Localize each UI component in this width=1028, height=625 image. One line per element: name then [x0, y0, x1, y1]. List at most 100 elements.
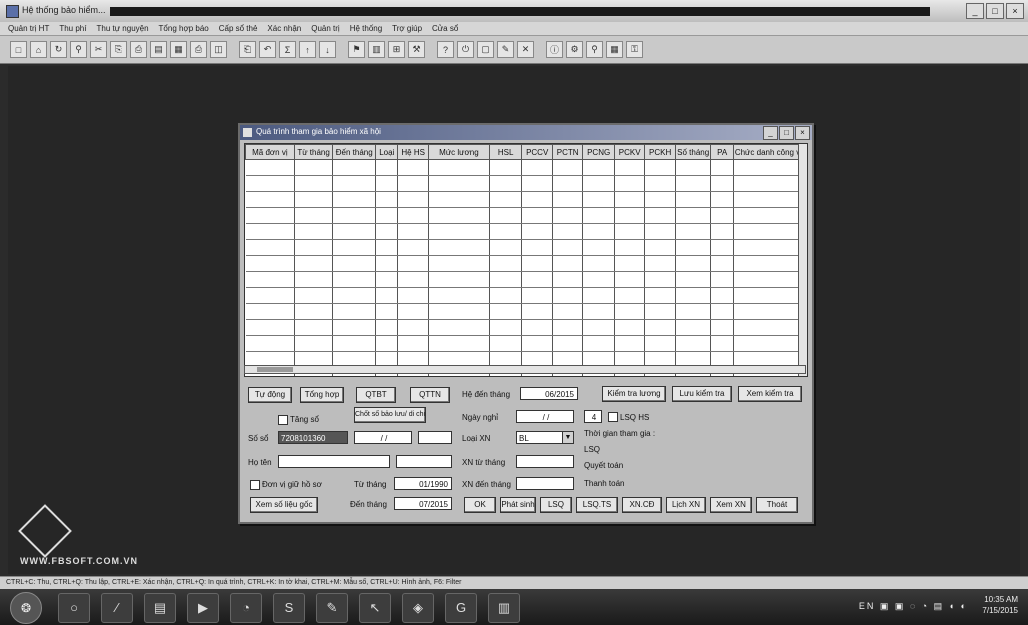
table-cell[interactable] [644, 175, 676, 192]
table-cell[interactable] [675, 239, 712, 256]
table-cell[interactable] [428, 159, 490, 176]
filter-icon[interactable]: ⚑ [348, 41, 365, 58]
taskbar-app-icon[interactable]: ↖ [359, 593, 391, 623]
taskbar-app-icon[interactable]: ▤ [144, 593, 176, 623]
undo-icon[interactable]: ↶ [259, 41, 276, 58]
menu-item[interactable]: Cửa sổ [432, 22, 458, 35]
table-cell[interactable] [428, 303, 490, 320]
taskbar-app-icon[interactable]: ▥ [488, 593, 520, 623]
table-row[interactable] [245, 303, 800, 320]
table-cell[interactable] [375, 335, 399, 352]
table-cell[interactable] [375, 303, 399, 320]
table-cell[interactable] [489, 335, 523, 352]
exit-icon[interactable]: ⏻ [457, 41, 474, 58]
table-cell[interactable] [733, 191, 800, 208]
table-cell[interactable] [397, 207, 429, 224]
confirm-to-input[interactable] [516, 477, 574, 490]
table-cell[interactable] [644, 239, 676, 256]
table-cell[interactable] [733, 175, 800, 192]
grid-horizontal-scrollbar[interactable] [244, 365, 806, 374]
summary-button[interactable]: Tổng hợp [300, 387, 344, 403]
table-cell[interactable] [245, 239, 295, 256]
table-cell[interactable] [710, 191, 734, 208]
doc-icon[interactable]: ▤ [150, 41, 167, 58]
table-cell[interactable] [294, 239, 334, 256]
table-cell[interactable] [332, 303, 377, 320]
table-cell[interactable] [428, 239, 490, 256]
table-cell[interactable] [710, 175, 734, 192]
table-cell[interactable] [614, 287, 646, 304]
table-cell[interactable] [375, 207, 399, 224]
auto-button[interactable]: Tự động [248, 387, 292, 403]
table-cell[interactable] [489, 223, 523, 240]
table-row[interactable] [245, 319, 800, 336]
table-cell[interactable] [675, 207, 712, 224]
table-cell[interactable] [428, 255, 490, 272]
menu-item[interactable]: Quản trị [311, 22, 339, 35]
column-header[interactable]: PCKV [613, 144, 646, 160]
table-cell[interactable] [294, 255, 334, 272]
taskbar-app-icon[interactable]: ⁄ [101, 593, 133, 623]
book-extra-input[interactable] [418, 431, 452, 444]
minimize-icon[interactable]: _ [966, 3, 984, 19]
table-cell[interactable] [521, 271, 553, 288]
table-row[interactable] [245, 175, 800, 192]
table-cell[interactable] [332, 223, 377, 240]
table-cell[interactable] [245, 223, 295, 240]
unit-holds-checkbox[interactable] [250, 480, 260, 490]
table-cell[interactable] [397, 159, 429, 176]
generate-button[interactable]: Phát sinh [500, 497, 536, 513]
table-cell[interactable] [614, 207, 646, 224]
save-check-button[interactable]: Lưu kiểm tra [672, 386, 732, 402]
table-cell[interactable] [644, 223, 676, 240]
table-cell[interactable] [428, 287, 490, 304]
table-cell[interactable] [733, 319, 800, 336]
table-row[interactable] [245, 223, 800, 240]
from-month-input[interactable]: 01/1990 [394, 477, 452, 490]
print-icon[interactable]: ⎙ [190, 41, 207, 58]
table-cell[interactable] [428, 271, 490, 288]
column-header[interactable]: PCCV [521, 144, 553, 160]
table-cell[interactable] [675, 191, 712, 208]
help-icon[interactable]: ? [437, 41, 454, 58]
confirm-type-select[interactable]: BL ▼ [516, 431, 574, 444]
table-cell[interactable] [332, 271, 377, 288]
chart-icon[interactable]: ▥ [368, 41, 385, 58]
taskbar-app-icon[interactable]: ○ [58, 593, 90, 623]
table-cell[interactable] [332, 335, 377, 352]
sum-icon[interactable]: Σ [279, 41, 296, 58]
table-cell[interactable] [375, 319, 399, 336]
column-header[interactable]: Mức lương [427, 144, 490, 160]
table-cell[interactable] [375, 271, 399, 288]
table-cell[interactable] [644, 335, 676, 352]
check-salary-button[interactable]: Kiểm tra lương [602, 386, 666, 402]
menu-item[interactable]: Thu phí [59, 22, 86, 35]
table-cell[interactable] [375, 255, 399, 272]
close-icon[interactable]: × [1006, 3, 1024, 19]
table-icon[interactable]: ▦ [606, 41, 623, 58]
table-cell[interactable] [675, 319, 712, 336]
table-cell[interactable] [644, 159, 676, 176]
book-number-input[interactable]: 7208101360 [278, 431, 348, 444]
refresh-icon[interactable]: ↻ [50, 41, 67, 58]
table-cell[interactable] [521, 159, 553, 176]
table-cell[interactable] [375, 175, 399, 192]
table-cell[interactable] [675, 335, 712, 352]
table-cell[interactable] [397, 191, 429, 208]
table-cell[interactable] [710, 335, 734, 352]
xn-cd-button[interactable]: XN.CĐ [622, 497, 662, 513]
table-cell[interactable] [489, 175, 523, 192]
paste-icon[interactable]: ⎙ [130, 41, 147, 58]
qtbt-button[interactable]: QTBT [356, 387, 396, 403]
menu-item[interactable]: Hệ thống [350, 22, 382, 35]
history-grid[interactable]: Mã đơn vị Từ tháng Đến tháng Loại Hệ HS Mức l… [244, 143, 808, 377]
table-cell[interactable] [552, 287, 584, 304]
table-cell[interactable] [375, 287, 399, 304]
table-cell[interactable] [614, 271, 646, 288]
taskbar-app-icon[interactable]: G [445, 593, 477, 623]
table-cell[interactable] [644, 303, 676, 320]
table-cell[interactable] [675, 175, 712, 192]
qttn-button[interactable]: QTTN [410, 387, 450, 403]
table-cell[interactable] [733, 239, 800, 256]
table-cell[interactable] [644, 319, 676, 336]
